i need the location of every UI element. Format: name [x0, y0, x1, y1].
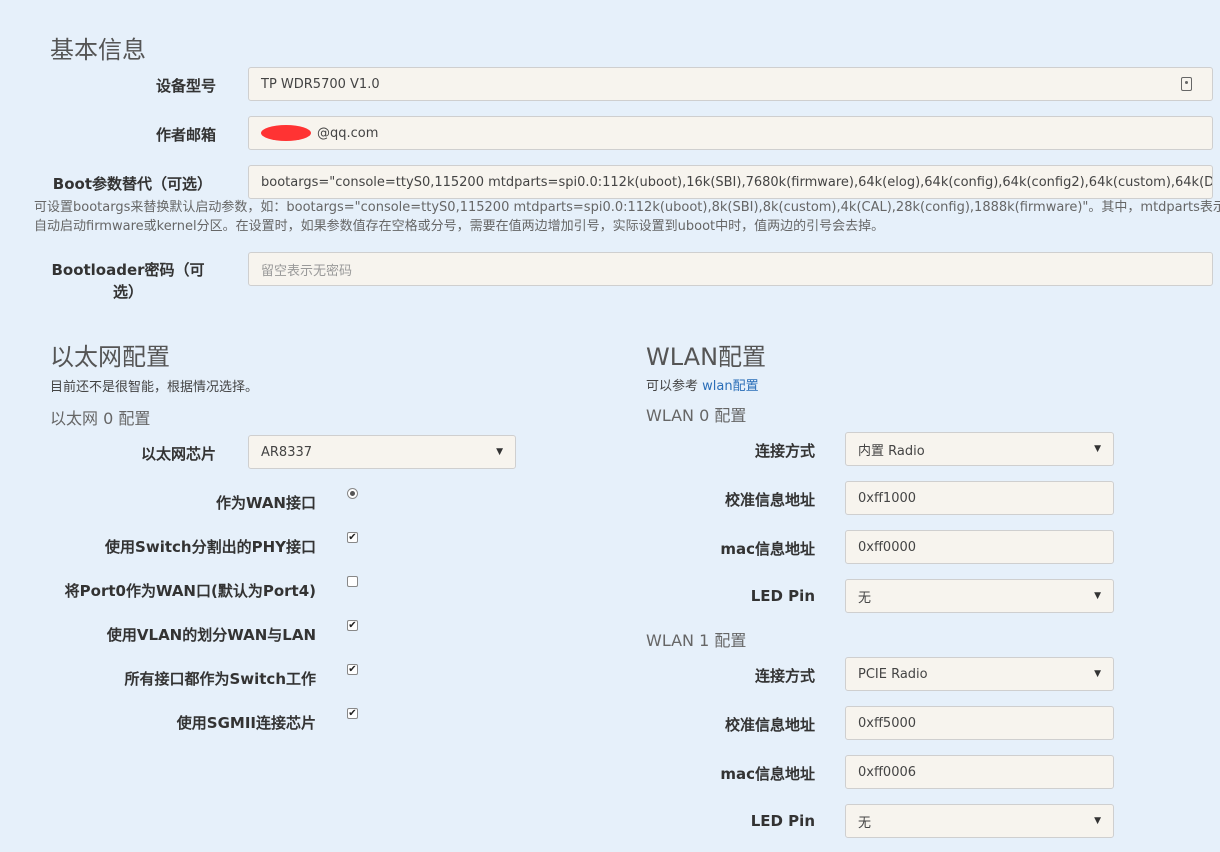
bootloader-label-line2: 选）	[112, 283, 143, 301]
email-value: @qq.com	[317, 125, 379, 141]
wlan0-led-value: 无	[858, 590, 872, 606]
bootloader-password-input[interactable]: 留空表示无密码	[248, 252, 1213, 286]
wlan-reference-prefix: 可以参考	[646, 379, 703, 394]
ethernet-note: 目前还不是很智能，根据情况选择。	[50, 380, 259, 395]
boot-args-input[interactable]: bootargs="console=ttyS0,115200 mtdparts=…	[248, 165, 1213, 199]
option-label-switch-phy: 使用Switch分割出的PHY接口	[105, 538, 316, 556]
option-label-vlan: 使用VLAN的划分WAN与LAN	[106, 626, 316, 644]
option-label-all-switch: 所有接口都作为Switch工作	[124, 670, 316, 688]
wlan0-mac-value: 0xff0000	[858, 539, 917, 555]
wlan0-conn-select[interactable]: 内置 Radio ▼	[845, 432, 1114, 466]
switch-phy-checkbox[interactable]: ✔	[347, 532, 358, 543]
wlan0-mac-input[interactable]: 0xff0000	[845, 530, 1114, 564]
wlan1-cal-input[interactable]: 0xff5000	[845, 706, 1114, 740]
basic-info-title: 基本信息	[50, 36, 146, 64]
wlan1-led-label: LED Pin	[750, 812, 815, 830]
wlan0-cal-value: 0xff1000	[858, 490, 917, 506]
ethernet-chip-select[interactable]: AR8337 ▼	[248, 435, 516, 469]
bootloader-placeholder: 留空表示无密码	[261, 263, 353, 279]
chevron-down-icon: ▼	[1094, 669, 1101, 679]
option-label-wan: 作为WAN接口	[215, 494, 316, 512]
wlan1-conn-select[interactable]: PCIE Radio ▼	[845, 657, 1114, 691]
ethernet0-title: 以太网 0 配置	[50, 409, 151, 428]
wlan-title: WLAN配置	[646, 343, 767, 371]
wlan0-cal-label: 校准信息地址	[724, 491, 815, 509]
boot-args-help: 可设置bootargs来替换默认启动参数，如：bootargs="console…	[34, 198, 1220, 236]
wlan1-title: WLAN 1 配置	[646, 631, 747, 650]
email-label: 作者邮箱	[155, 126, 216, 144]
model-value: TP WDR5700 V1.0	[261, 76, 380, 92]
wlan1-cal-label: 校准信息地址	[724, 716, 815, 734]
wlan1-mac-label: mac信息地址	[720, 765, 815, 783]
model-label: 设备型号	[155, 77, 216, 95]
wlan0-conn-value: 内置 Radio	[858, 443, 925, 459]
bootloader-password-label: Bootloader密码（可 选）	[40, 259, 216, 303]
wlan0-title: WLAN 0 配置	[646, 406, 747, 425]
chevron-down-icon: ▼	[1094, 444, 1101, 454]
wlan1-cal-value: 0xff5000	[858, 715, 917, 731]
boot-help-line2: 自动启动firmware或kernel分区。在设置时，如果参数值存在空格或分号，…	[34, 219, 885, 234]
wlan0-mac-label: mac信息地址	[720, 540, 815, 558]
redaction-scribble	[261, 125, 311, 141]
sgmii-checkbox[interactable]: ✔	[347, 708, 358, 719]
wlan0-led-select[interactable]: 无 ▼	[845, 579, 1114, 613]
bootloader-label-line1: Bootloader密码（可	[51, 261, 205, 279]
chevron-down-icon: ▼	[1094, 816, 1101, 826]
wlan0-cal-input[interactable]: 0xff1000	[845, 481, 1114, 515]
ethernet-chip-value: AR8337	[261, 444, 313, 460]
boot-args-label: Boot参数替代（可选）	[52, 175, 212, 193]
boot-args-value: bootargs="console=ttyS0,115200 mtdparts=…	[261, 174, 1213, 190]
wlan-config-link[interactable]: wlan配置	[702, 379, 758, 394]
vlan-checkbox[interactable]: ✔	[347, 620, 358, 631]
ethernet-chip-label: 以太网芯片	[140, 445, 216, 463]
model-input[interactable]: TP WDR5700 V1.0	[248, 67, 1213, 101]
boot-help-line1: 可设置bootargs来替换默认启动参数，如：bootargs="console…	[34, 200, 1220, 215]
wlan1-mac-value: 0xff0006	[858, 764, 917, 780]
contact-card-icon[interactable]	[1181, 77, 1192, 91]
wan-interface-radio[interactable]	[347, 488, 358, 499]
wlan1-led-value: 无	[858, 815, 872, 831]
option-label-port0: 将Port0作为WAN口(默认为Port4)	[64, 582, 316, 600]
option-label-sgmii: 使用SGMII连接芯片	[176, 714, 316, 732]
email-input[interactable]: @qq.com	[248, 116, 1213, 150]
wlan0-led-label: LED Pin	[750, 587, 815, 605]
port0-wan-checkbox[interactable]	[347, 576, 358, 587]
wlan0-conn-label: 连接方式	[754, 442, 815, 460]
all-switch-checkbox[interactable]: ✔	[347, 664, 358, 675]
wlan1-led-select[interactable]: 无 ▼	[845, 804, 1114, 838]
wlan-reference: 可以参考 wlan配置	[646, 375, 759, 394]
wlan1-mac-input[interactable]: 0xff0006	[845, 755, 1114, 789]
chevron-down-icon: ▼	[496, 447, 503, 457]
chevron-down-icon: ▼	[1094, 591, 1101, 601]
wlan1-conn-value: PCIE Radio	[858, 666, 928, 682]
wlan1-conn-label: 连接方式	[754, 667, 815, 685]
ethernet-title: 以太网配置	[50, 343, 170, 371]
